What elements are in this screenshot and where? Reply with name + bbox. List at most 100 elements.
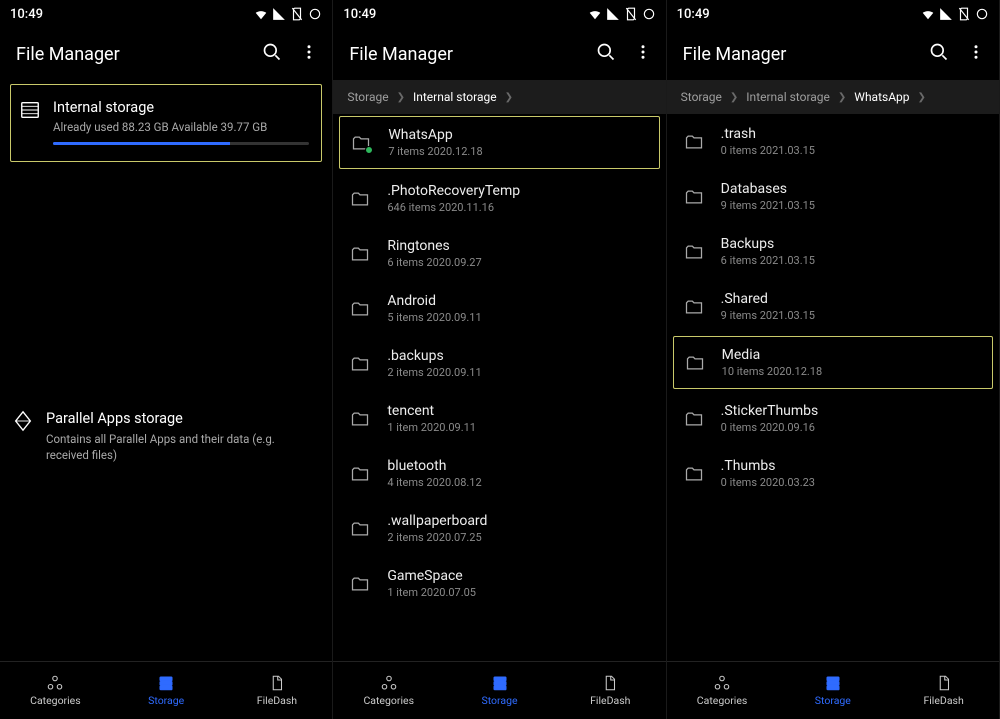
- nav-filedash[interactable]: FileDash: [555, 662, 666, 719]
- nav-storage[interactable]: Storage: [777, 662, 888, 719]
- folder-icon: [682, 353, 708, 373]
- more-button[interactable]: [300, 43, 318, 65]
- folder-item[interactable]: .trash0 items 2021.03.15: [667, 114, 999, 169]
- app-title: File Manager: [683, 44, 787, 65]
- signal-icon: [606, 7, 620, 21]
- more-vert-icon: [634, 43, 652, 61]
- folder-meta: 0 items 2020.09.16: [721, 421, 985, 434]
- folder-item[interactable]: Android 5 items 2020.09.11: [333, 281, 665, 336]
- chevron-right-icon: ❯: [397, 92, 405, 103]
- status-icons: [254, 7, 322, 21]
- folder-name: Ringtones: [387, 238, 651, 254]
- folder-meta: 0 items 2020.03.23: [721, 476, 985, 489]
- chevron-right-icon: ❯: [838, 92, 846, 103]
- folder-item[interactable]: WhatsApp 7 items 2020.12.18: [339, 116, 659, 169]
- folder-item[interactable]: Databases9 items 2021.03.15: [667, 169, 999, 224]
- parallel-apps-sub: Contains all Parallel Apps and their dat…: [46, 431, 316, 463]
- nav-categories[interactable]: Categories: [0, 662, 111, 719]
- folder-meta: 9 items 2021.03.15: [721, 309, 985, 322]
- breadcrumb-item[interactable]: WhatsApp: [854, 90, 909, 104]
- more-vert-icon: [300, 43, 318, 61]
- folder-name: .backups: [387, 348, 651, 364]
- categories-icon: [379, 674, 399, 692]
- folder-icon: [681, 132, 707, 152]
- screen-whatsapp-folder: 10:49 File Manager Storage❯Internal stor…: [667, 0, 1000, 719]
- folder-item[interactable]: GameSpace1 item 2020.07.05: [333, 556, 665, 611]
- folder-icon: [681, 409, 707, 429]
- search-icon: [262, 42, 282, 62]
- internal-storage-icon: [19, 99, 41, 125]
- nav-categories-label: Categories: [30, 694, 81, 707]
- folder-meta: 4 items 2020.08.12: [387, 476, 651, 489]
- folder-icon: [347, 244, 373, 264]
- chevron-right-icon: ❯: [730, 92, 738, 103]
- wifi-icon: [921, 7, 935, 21]
- app-bar: File Manager: [0, 28, 332, 80]
- breadcrumb-item[interactable]: Internal storage: [746, 90, 830, 104]
- nav-storage-label: Storage: [815, 694, 851, 707]
- storage-icon: [490, 674, 510, 692]
- folder-icon: [348, 133, 374, 153]
- bottom-nav: Categories Storage FileDash: [0, 661, 332, 719]
- folder-item[interactable]: Backups6 items 2021.03.15: [667, 224, 999, 279]
- nav-filedash[interactable]: FileDash: [222, 662, 333, 719]
- folder-item[interactable]: tencent 1 item 2020.09.11: [333, 391, 665, 446]
- search-icon: [596, 42, 616, 62]
- search-button[interactable]: [262, 42, 282, 66]
- folder-icon: [347, 519, 373, 539]
- nav-filedash-label: FileDash: [257, 694, 297, 707]
- folder-icon: [347, 299, 373, 319]
- folder-icon: [681, 242, 707, 262]
- folder-icon: [347, 574, 373, 594]
- breadcrumb-item[interactable]: Storage: [681, 90, 722, 104]
- folder-icon: [681, 297, 707, 317]
- folder-name: Media: [722, 347, 984, 363]
- internal-storage-card[interactable]: Internal storage Already used 88.23 GB A…: [10, 84, 322, 162]
- status-bar: 10:49: [333, 0, 665, 28]
- folder-meta: 5 items 2020.09.11: [387, 311, 651, 324]
- parallel-apps-card[interactable]: Parallel Apps storage Contains all Paral…: [0, 410, 332, 471]
- folder-item[interactable]: Ringtones6 items 2020.09.27: [333, 226, 665, 281]
- internal-storage-sub: Already used 88.23 GB Available 39.77 GB: [53, 120, 309, 134]
- breadcrumb-item[interactable]: Storage: [347, 90, 388, 104]
- folder-item[interactable]: .Shared9 items 2021.03.15: [667, 279, 999, 334]
- breadcrumb-item[interactable]: Internal storage: [413, 90, 497, 104]
- folder-name: Android: [387, 293, 651, 309]
- nav-storage[interactable]: Storage: [444, 662, 555, 719]
- wifi-icon: [254, 7, 268, 21]
- search-button[interactable]: [929, 42, 949, 66]
- more-button[interactable]: [967, 43, 985, 65]
- clock: 10:49: [343, 7, 376, 22]
- folder-item[interactable]: Media10 items 2020.12.18: [673, 336, 993, 389]
- nav-categories[interactable]: Categories: [333, 662, 444, 719]
- screen-internal-storage: 10:49 File Manager Storage❯Internal stor…: [333, 0, 666, 719]
- breadcrumb[interactable]: Storage❯Internal storage❯: [333, 80, 665, 114]
- nav-filedash-label: FileDash: [590, 694, 630, 707]
- folder-name: WhatsApp: [388, 127, 650, 143]
- nav-storage[interactable]: Storage: [111, 662, 222, 719]
- folder-item[interactable]: .Thumbs0 items 2020.03.23: [667, 446, 999, 501]
- folder-meta: 1 item 2020.09.11: [387, 421, 651, 434]
- folder-meta: 7 items 2020.12.18: [388, 145, 650, 158]
- folder-name: GameSpace: [387, 568, 651, 584]
- folder-item[interactable]: .PhotoRecoveryTemp646 items 2020.11.16: [333, 171, 665, 226]
- folder-name: tencent: [387, 403, 651, 419]
- nav-categories[interactable]: Categories: [667, 662, 778, 719]
- circle-icon: [642, 7, 656, 21]
- folder-item[interactable]: bluetooth4 items 2020.08.12: [333, 446, 665, 501]
- more-vert-icon: [967, 43, 985, 61]
- folder-name: .wallpaperboard: [387, 513, 651, 529]
- folder-icon: [347, 464, 373, 484]
- sync-badge-icon: [365, 146, 373, 154]
- more-button[interactable]: [634, 43, 652, 65]
- folder-item[interactable]: .wallpaperboard2 items 2020.07.25: [333, 501, 665, 556]
- folder-item[interactable]: .StickerThumbs0 items 2020.09.16: [667, 391, 999, 446]
- search-button[interactable]: [596, 42, 616, 66]
- categories-icon: [712, 674, 732, 692]
- breadcrumb[interactable]: Storage❯Internal storage❯WhatsApp❯: [667, 80, 999, 114]
- no-sim-icon: [624, 7, 638, 21]
- folder-icon: [681, 187, 707, 207]
- nav-filedash[interactable]: FileDash: [888, 662, 999, 719]
- folder-item[interactable]: .backups2 items 2020.09.11: [333, 336, 665, 391]
- content-area: Internal storage Already used 88.23 GB A…: [0, 80, 332, 661]
